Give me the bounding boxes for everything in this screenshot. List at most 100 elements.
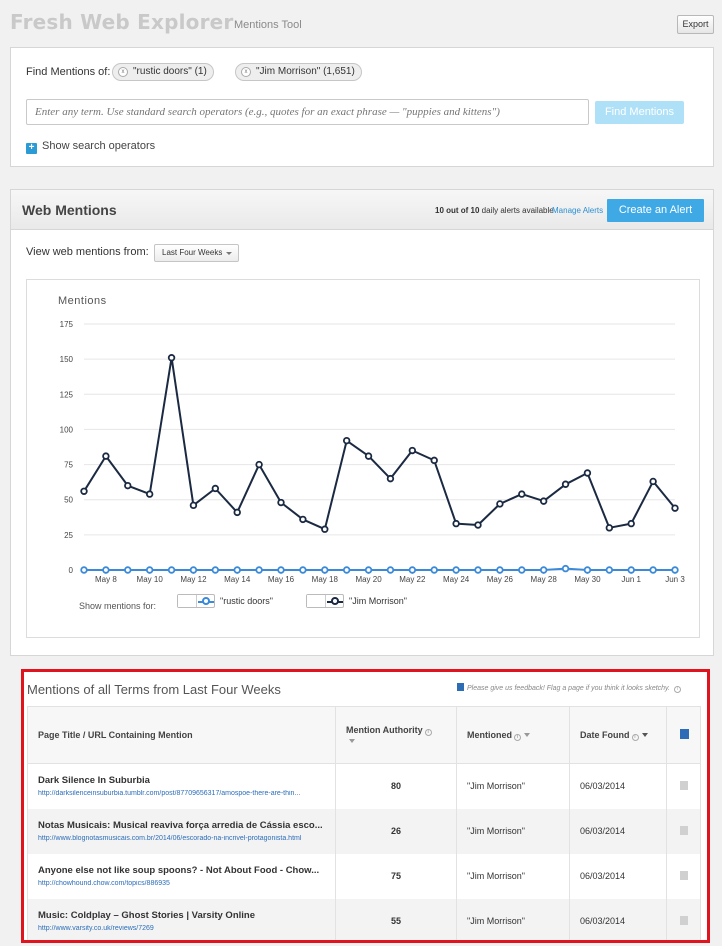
data-point <box>189 566 198 574</box>
data-point <box>539 497 548 505</box>
data-point <box>342 436 351 445</box>
manage-alerts-link[interactable]: Manage Alerts <box>552 206 603 215</box>
data-point <box>518 490 526 498</box>
legend-label-rustic-doors: "rustic doors" <box>220 596 273 606</box>
mentioned-term: "Jim Morrison" <box>456 898 570 940</box>
chevron-down-icon <box>226 252 232 255</box>
data-point <box>211 484 220 493</box>
page-title: Anyone else not like soup spoons? - Not … <box>38 865 320 876</box>
find-mentions-button[interactable]: Find Mentions <box>595 101 684 124</box>
y-tick-label: 125 <box>60 390 74 399</box>
data-point <box>408 446 417 455</box>
data-point <box>299 566 307 574</box>
flag-page-icon[interactable] <box>680 780 688 790</box>
column-header-authority[interactable]: Mention Authority i <box>335 706 457 764</box>
date-found: 06/03/2014 <box>569 853 667 899</box>
search-input[interactable] <box>26 99 589 125</box>
x-tick-label: May 18 <box>312 575 339 584</box>
flag-cell <box>666 853 701 899</box>
x-tick-label: May 24 <box>443 575 470 584</box>
flag-icon <box>457 683 464 691</box>
data-point <box>539 566 548 574</box>
remove-tag-icon[interactable]: x <box>241 67 251 77</box>
column-header-label: Mention Authority <box>346 724 423 735</box>
data-point <box>627 519 635 528</box>
mentioned-term: "Jim Morrison" <box>456 763 570 809</box>
term-tag-label: "rustic doors" (1) <box>133 66 207 77</box>
x-tick-label: May 8 <box>95 575 117 584</box>
data-point <box>627 566 635 574</box>
y-tick-label: 25 <box>64 531 73 540</box>
date-range-select[interactable]: Last Four Weeks <box>154 244 239 262</box>
mentions-chart: Mentions 0 25 50 75 100 125 150 175 May 8 May 10 Ma… <box>26 279 700 638</box>
mentions-table: Page Title / URL Containing Mention Ment… <box>27 706 701 940</box>
data-point <box>671 504 679 512</box>
legend-toggle[interactable] <box>306 594 344 608</box>
date-range-value: Last Four Weeks <box>162 248 223 257</box>
page-url-link[interactable]: http://darksilenceinsuburbia.tumblr.com/… <box>38 790 325 797</box>
plus-icon: + <box>26 143 37 154</box>
show-search-operators-link[interactable]: + Show search operators <box>26 140 155 154</box>
app-title: Fresh Web Explorer <box>10 10 234 34</box>
mention-authority: 26 <box>335 808 457 854</box>
data-point <box>671 566 679 574</box>
app-subtitle: Mentions Tool <box>234 19 302 31</box>
column-header-page-title[interactable]: Page Title / URL Containing Mention <box>27 706 336 764</box>
column-header-date-found[interactable]: Date Found i <box>569 706 667 764</box>
data-point <box>474 521 482 529</box>
flag-cell <box>666 763 701 809</box>
data-point <box>605 566 614 574</box>
info-icon: i <box>514 733 521 741</box>
data-point <box>583 469 592 477</box>
x-tick-label: May 30 <box>574 575 601 584</box>
flag-cell <box>666 808 701 854</box>
create-alert-button[interactable]: Create an Alert <box>607 199 704 222</box>
data-point <box>299 515 307 524</box>
term-tag-label: "Jim Morrison" (1,651) <box>256 66 355 77</box>
flag-page-icon[interactable] <box>680 870 688 880</box>
flag-icon <box>680 729 689 739</box>
table-row: Dark Silence In Suburbia http://darksilen… <box>27 763 701 809</box>
x-tick-label: May 14 <box>224 575 251 584</box>
flag-page-icon[interactable] <box>680 825 688 835</box>
page-url-link[interactable]: http://www.varsity.co.uk/reviews/7269 <box>38 925 325 932</box>
term-tag-jim-morrison[interactable]: x "Jim Morrison" (1,651) <box>235 63 362 81</box>
page-url-link[interactable]: http://chowhound.chow.com/topics/886935 <box>38 880 325 887</box>
sort-caret-icon <box>349 738 355 743</box>
series-line-0 <box>83 356 676 531</box>
alerts-count: 10 out of 10 <box>435 206 480 215</box>
date-found: 06/03/2014 <box>569 808 667 854</box>
term-tag-rustic-doors[interactable]: x "rustic doors" (1) <box>112 63 214 81</box>
remove-tag-icon[interactable]: x <box>118 67 128 77</box>
x-tick-label: May 12 <box>180 575 207 584</box>
date-found: 06/03/2014 <box>569 898 667 940</box>
search-panel: Find Mentions of: x "rustic doors" (1) x… <box>10 47 714 167</box>
alerts-available: 10 out of 10 daily alerts available <box>435 206 554 215</box>
data-point <box>277 566 285 574</box>
export-button[interactable]: Export <box>677 15 714 34</box>
y-tick-label: 50 <box>64 496 73 505</box>
data-point <box>408 566 417 574</box>
mention-authority: 55 <box>335 898 457 940</box>
data-point <box>430 566 438 574</box>
data-point <box>386 474 395 483</box>
data-point <box>233 566 241 574</box>
sort-caret-icon <box>524 732 530 737</box>
column-header-mentioned[interactable]: Mentioned i <box>456 706 570 764</box>
sort-caret-icon <box>641 732 648 737</box>
flag-page-icon[interactable] <box>680 915 688 925</box>
x-tick-label: May 20 <box>355 575 382 584</box>
info-icon: i <box>631 733 639 741</box>
info-icon: i <box>424 728 432 736</box>
data-point <box>605 524 614 532</box>
flag-cell <box>666 898 701 940</box>
data-point <box>561 480 570 488</box>
page-url-link[interactable]: http://www.blognotasmusicais.com.br/2014… <box>38 835 325 842</box>
web-mentions-title: Web Mentions <box>22 202 117 218</box>
column-header-flag[interactable] <box>666 706 701 764</box>
data-point <box>452 519 460 528</box>
page-title: Music: Coldplay – Ghost Stories | Varsit… <box>38 910 255 921</box>
legend-toggle[interactable] <box>177 594 215 608</box>
data-point <box>496 500 504 508</box>
x-tick-label: May 28 <box>531 575 558 584</box>
